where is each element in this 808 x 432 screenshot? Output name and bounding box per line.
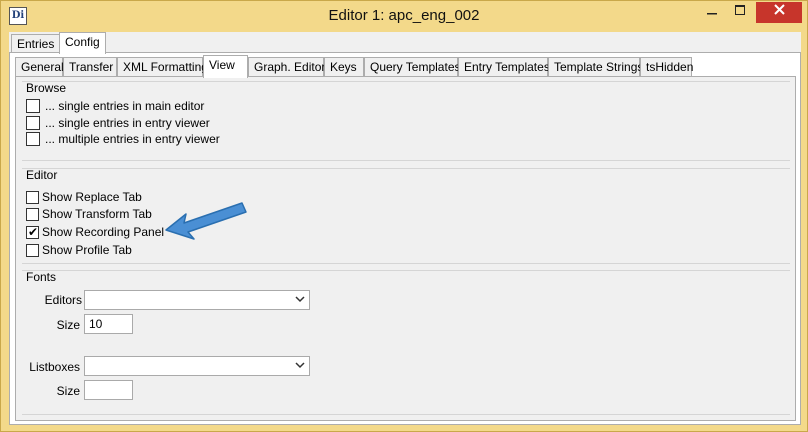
minimize-icon (707, 13, 717, 15)
listboxes-size-label: Size (56, 384, 80, 398)
browse-option-single-entry-viewer[interactable]: ... single entries in entry viewer (26, 115, 210, 131)
checkbox[interactable] (26, 190, 39, 204)
tab-xml-formatting[interactable]: XML Formatting (117, 57, 208, 77)
chevron-down-icon (295, 362, 305, 369)
tab-entry-templates[interactable]: Entry Templates (458, 57, 550, 77)
tab-general[interactable]: General (15, 57, 64, 77)
checkbox-checked[interactable]: ✔ (26, 224, 39, 239)
checkbox[interactable] (26, 207, 39, 221)
chevron-down-icon (295, 296, 305, 303)
checkbox-label: ... single entries in main editor (45, 99, 205, 113)
checkbox-label: ... single entries in entry viewer (45, 116, 210, 130)
checkbox[interactable] (26, 132, 40, 146)
maximize-icon (735, 5, 745, 15)
tab-tshidden[interactable]: tsHidden (640, 57, 693, 77)
fonts-group: Fonts Editors Size 10 Listboxes Size (22, 270, 790, 415)
browse-group-label: Browse (26, 81, 67, 95)
editor-window: Di Editor 1: apc_eng_002 Entries Config … (0, 0, 808, 432)
editor-option-profile-tab[interactable]: Show Profile Tab (26, 242, 132, 258)
listboxes-size-input[interactable] (84, 380, 133, 400)
maximize-button[interactable] (727, 2, 753, 23)
checkbox[interactable] (26, 99, 40, 113)
browse-option-main-editor[interactable]: ... single entries in main editor (26, 98, 204, 114)
editor-group: Editor Show Replace Tab Show Transform T… (22, 168, 790, 264)
tab-keys[interactable]: Keys (324, 57, 364, 77)
listboxes-label: Listboxes (29, 360, 80, 374)
fonts-group-label: Fonts (26, 270, 57, 284)
view-settings-panel: Browse ... single entries in main editor… (15, 76, 796, 421)
tab-config[interactable]: Config (59, 32, 106, 54)
editors-font-select[interactable] (84, 290, 310, 310)
browse-group: Browse ... single entries in main editor… (22, 81, 790, 161)
checkbox-label: Show Transform Tab (42, 207, 152, 221)
checkbox[interactable] (26, 116, 40, 130)
editors-size-label: Size (56, 318, 80, 332)
minimize-button[interactable] (699, 2, 725, 23)
tab-query-templates[interactable]: Query Templates (364, 57, 461, 77)
check-mark-icon: ✔ (27, 224, 39, 239)
checkbox-label: Show Profile Tab (42, 243, 132, 257)
blue-arrow-icon (165, 202, 247, 240)
editor-group-label: Editor (26, 168, 58, 182)
tab-template-strings[interactable]: Template Strings (548, 57, 643, 77)
close-button[interactable] (756, 2, 802, 23)
browse-option-multiple-entry-viewer[interactable]: ... multiple entries in entry viewer (26, 131, 220, 147)
checkbox-label: ... multiple entries in entry viewer (45, 132, 220, 146)
checkbox-label: Show Replace Tab (42, 190, 142, 204)
listboxes-font-select[interactable] (84, 356, 310, 376)
checkbox[interactable] (26, 243, 39, 257)
window-title: Editor 1: apc_eng_002 (328, 7, 480, 24)
title-bar: Di Editor 1: apc_eng_002 (1, 1, 807, 31)
tab-transfer[interactable]: Transfer (63, 57, 117, 77)
client-area: Entries Config General Transfer XML Form… (9, 32, 801, 425)
close-icon (773, 4, 785, 15)
tab-entries[interactable]: Entries (11, 34, 61, 54)
checkbox-label: Show Recording Panel (42, 225, 165, 239)
editor-option-transform-tab[interactable]: Show Transform Tab (26, 206, 152, 222)
config-panel: General Transfer XML Formatting View Gra… (9, 52, 801, 425)
tab-graph-editor[interactable]: Graph. Editor (248, 57, 325, 77)
tab-view[interactable]: View (203, 55, 248, 78)
editor-option-replace-tab[interactable]: Show Replace Tab (26, 189, 142, 205)
editors-size-input[interactable]: 10 (84, 314, 133, 334)
editor-option-recording-panel[interactable]: ✔ Show Recording Panel (26, 224, 164, 240)
editors-label: Editors (44, 293, 82, 307)
